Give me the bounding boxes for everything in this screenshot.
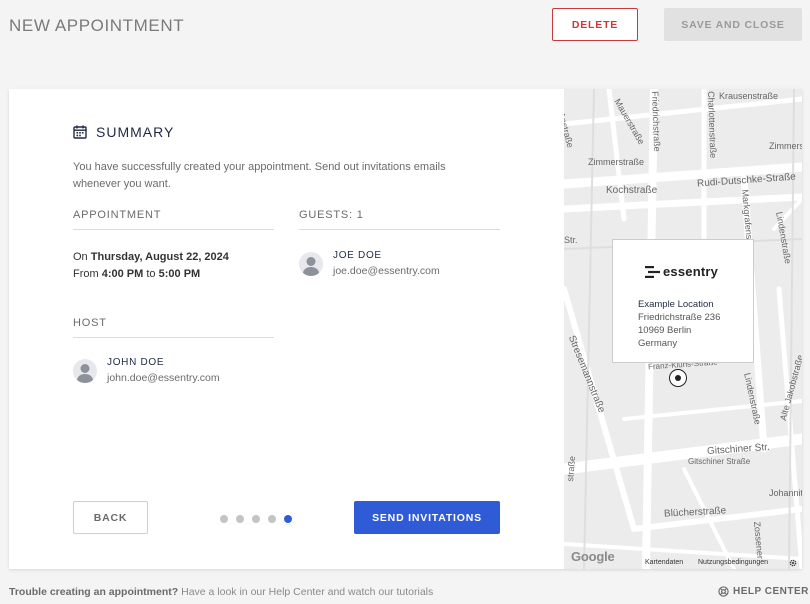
street-label: Zimmerstraße: [588, 157, 644, 167]
host-email: john.doe@essentry.com: [107, 372, 220, 384]
street-label: Str.: [564, 235, 578, 245]
step-dot[interactable]: [236, 515, 244, 523]
summary-header: SUMMARY: [73, 124, 174, 140]
street-label: Johannit: [769, 488, 802, 498]
end-time: 5:00 PM: [158, 268, 201, 280]
street-label: Gitschiner Straße: [688, 457, 751, 466]
date-prefix: On: [73, 251, 88, 263]
help-note-text: Have a look in our Help Center and watch…: [181, 586, 434, 598]
appointment-date: Thursday, August 22, 2024: [90, 251, 229, 263]
location-info-card: essentry Example Location Friedrichstraß…: [612, 239, 754, 363]
step-dot[interactable]: [220, 515, 228, 523]
summary-intro: You have successfully created your appoi…: [73, 161, 446, 190]
delete-button[interactable]: DELETE: [552, 8, 638, 41]
step-dot[interactable]: [268, 515, 276, 523]
avatar: [299, 252, 323, 276]
step-dot[interactable]: [252, 515, 260, 523]
host-name: JOHN DOE: [107, 357, 165, 368]
street-label: Krausenstraße: [719, 91, 779, 101]
wizard-step-indicator: [220, 515, 292, 523]
save-and-close-button[interactable]: SAVE AND CLOSE: [664, 8, 802, 41]
location-name: Example Location: [638, 299, 714, 310]
host-entry: JOHN DOE john.doe@essentry.com: [73, 356, 220, 386]
help-note: Trouble creating an appointment? Have a …: [9, 586, 433, 598]
help-lifebuoy-icon: [718, 586, 729, 597]
help-center-label: HELP CENTER: [733, 586, 809, 597]
brand-name: essentry: [663, 264, 719, 279]
summary-title: SUMMARY: [96, 124, 175, 140]
guest-name: JOE DOE: [333, 250, 382, 261]
street-label: Zimmers: [769, 141, 802, 151]
guest-entry: JOE DOE joe.doe@essentry.com: [299, 249, 440, 279]
guests-label: GUESTS: 1: [299, 209, 500, 230]
essentry-logo-icon: [645, 265, 660, 278]
appointment-label: APPOINTMENT: [73, 209, 274, 230]
guest-email: joe.doe@essentry.com: [333, 265, 440, 277]
user-icon: [76, 364, 94, 383]
time-prefix: From: [73, 268, 99, 280]
terms-link[interactable]: Nutzungsbedingungen: [698, 559, 768, 566]
street-label: Friedrichstraße: [650, 91, 663, 152]
step-dot-active[interactable]: [284, 515, 292, 523]
appointment-summary-card: SUMMARY You have successfully created yo…: [9, 89, 802, 569]
user-icon: [302, 257, 320, 276]
location-address: Example Location Friedrichstraße 236 109…: [638, 298, 720, 350]
help-center-link[interactable]: HELP CENTER: [718, 586, 809, 597]
google-logo: Google: [571, 549, 615, 564]
help-note-bold: Trouble creating an appointment?: [9, 586, 179, 598]
location-street: Friedrichstraße 236: [638, 312, 721, 323]
appointment-time: On Thursday, August 22, 2024 From 4:00 P…: [73, 249, 229, 283]
host-label: HOST: [73, 317, 274, 338]
map-data-link[interactable]: Kartendaten: [645, 559, 683, 566]
location-city: 10969 Berlin: [638, 325, 692, 336]
back-button[interactable]: BACK: [73, 501, 148, 534]
start-time: 4:00 PM: [101, 268, 144, 280]
street-label: Kochstraße: [606, 185, 658, 196]
location-map[interactable]: Krausenstraße Mauerstraße Friedrichstraß…: [564, 89, 802, 569]
gear-icon[interactable]: [789, 559, 797, 567]
map-pin-icon[interactable]: [669, 369, 687, 387]
avatar: [73, 359, 97, 383]
time-separator: to: [146, 268, 156, 280]
location-country: Germany: [638, 338, 678, 349]
calendar-icon: [73, 125, 87, 139]
essentry-logo: essentry: [645, 264, 718, 279]
page-title: NEW APPOINTMENT: [9, 16, 185, 35]
send-invitations-button[interactable]: SEND INVITATIONS: [354, 501, 500, 534]
